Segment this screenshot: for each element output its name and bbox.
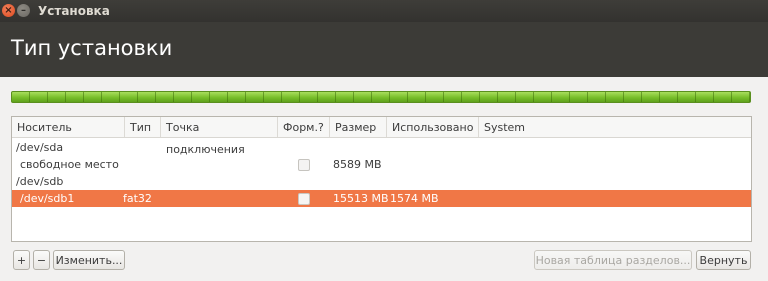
- table-row[interactable]: свободное место 8589 MB: [12, 156, 751, 173]
- format-checkbox[interactable]: [298, 159, 310, 171]
- title-bar: × – Установка: [0, 0, 768, 22]
- minimize-icon[interactable]: –: [17, 4, 30, 17]
- partition-size: 8589 MB: [333, 158, 382, 171]
- device-name: /dev/sdb1: [20, 192, 75, 205]
- column-device[interactable]: Носитель: [12, 117, 125, 137]
- remove-partition-button[interactable]: −: [33, 250, 50, 270]
- column-system[interactable]: System: [479, 117, 751, 137]
- revert-button[interactable]: Вернуть: [696, 250, 751, 270]
- change-partition-button[interactable]: Изменить...: [53, 250, 125, 270]
- partition-used: 1574 MB: [390, 192, 439, 205]
- partition-type: fat32: [123, 192, 152, 205]
- column-used[interactable]: Использовано: [387, 117, 479, 137]
- column-mount-point[interactable]: Точка подключения: [161, 117, 278, 156]
- device-name: свободное место: [20, 158, 119, 171]
- column-size[interactable]: Размер: [330, 117, 387, 137]
- device-name: /dev/sdb: [16, 175, 64, 188]
- new-partition-table-button[interactable]: Новая таблица разделов...: [534, 250, 692, 270]
- window-title: Установка: [38, 4, 110, 18]
- table-row-selected[interactable]: /dev/sdb1 fat32 15513 MB 1574 MB: [12, 190, 751, 207]
- page-title: Тип установки: [11, 36, 173, 60]
- device-name: /dev/sda: [16, 141, 64, 154]
- table-row[interactable]: /dev/sdb: [12, 173, 751, 190]
- close-icon[interactable]: ×: [2, 4, 15, 17]
- format-checkbox[interactable]: [298, 193, 310, 205]
- partition-table[interactable]: Носитель Тип Точка подключения Форм.? Ра…: [11, 116, 752, 242]
- column-format[interactable]: Форм.?: [278, 117, 330, 137]
- add-partition-button[interactable]: +: [13, 250, 30, 270]
- table-row[interactable]: /dev/sda: [12, 139, 751, 156]
- column-type[interactable]: Тип: [125, 117, 161, 137]
- partition-usage-bar: [11, 91, 751, 103]
- partition-size: 15513 MB: [333, 192, 389, 205]
- page-header: Тип установки: [0, 22, 768, 77]
- table-header: Носитель Тип Точка подключения Форм.? Ра…: [12, 117, 751, 156]
